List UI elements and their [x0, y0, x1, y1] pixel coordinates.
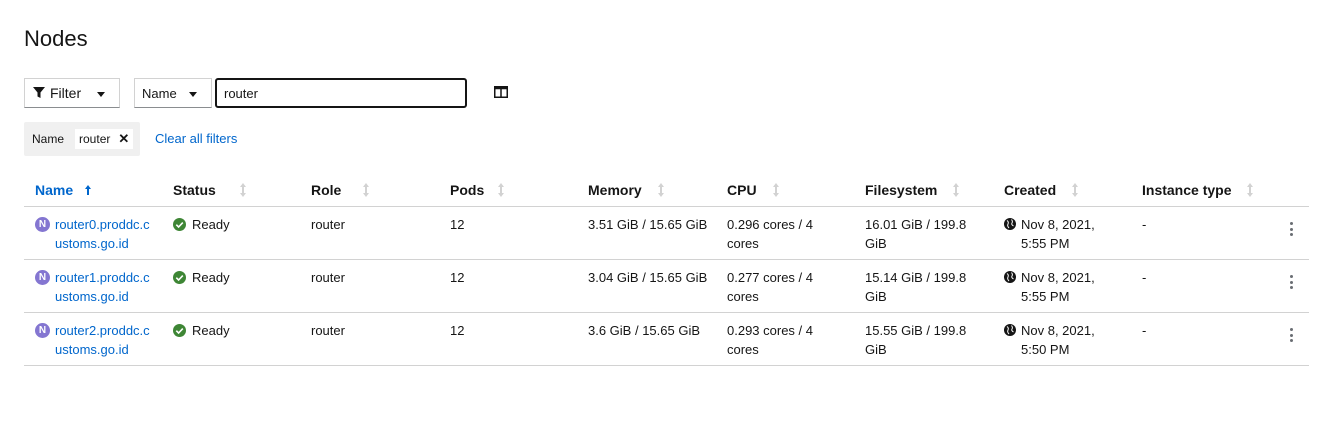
- name-cell: N router0.proddc.customs.go.id: [35, 215, 153, 253]
- attribute-select-label: Name: [142, 85, 177, 101]
- chip-value: router: [79, 132, 111, 146]
- instance-type-cell: -: [1142, 323, 1147, 338]
- sort-arrows-icon: [772, 183, 779, 197]
- node-link[interactable]: router1.proddc.customs.go.id: [55, 268, 153, 306]
- filter-icon: [33, 87, 45, 98]
- role-cell: router: [311, 323, 345, 338]
- filter-label: Filter: [50, 85, 82, 101]
- column-header-label: Created: [1004, 182, 1057, 198]
- sort-arrows-icon: [498, 183, 505, 197]
- pods-cell: 12: [450, 270, 465, 285]
- column-header-label: Status: [173, 182, 216, 198]
- column-header-label: Name: [35, 182, 74, 198]
- created-cell: Nov 8, 2021, 5:55 PM: [1004, 268, 1121, 306]
- sort-arrows-icon: [657, 183, 664, 197]
- clear-all-filters-link[interactable]: Clear all filters: [155, 131, 237, 146]
- filter-chip: router ✕: [74, 128, 135, 150]
- chip-category-label: Name: [32, 132, 65, 146]
- column-header-label: CPU: [727, 182, 757, 198]
- role-cell: router: [311, 217, 345, 232]
- kebab-icon[interactable]: [1287, 221, 1295, 237]
- cpu-cell: 0.277 cores / 4 cores: [727, 270, 813, 304]
- toolbar: Filter Name: [24, 78, 1324, 108]
- node-badge: N: [35, 217, 50, 232]
- sort-arrows-icon: [953, 183, 960, 197]
- column-header-pods[interactable]: Pods: [450, 182, 506, 198]
- sort-arrows-icon: [1247, 183, 1254, 197]
- filesystem-cell: 15.14 GiB / 199.8 GiB: [865, 270, 967, 304]
- cpu-cell: 0.296 cores / 4 cores: [727, 217, 813, 251]
- status-text: Ready: [192, 270, 230, 285]
- search-input[interactable]: [215, 78, 467, 108]
- node-link[interactable]: router0.proddc.customs.go.id: [55, 215, 153, 253]
- caret-down-icon: [97, 92, 105, 97]
- table-header: Name Status Role Pods Memory CPU Filesys…: [24, 174, 1309, 207]
- status-cell: Ready: [173, 321, 230, 340]
- node-badge: N: [35, 323, 50, 338]
- pods-cell: 12: [450, 217, 465, 232]
- attribute-select[interactable]: Name: [134, 78, 212, 108]
- page-title: Nodes: [24, 26, 88, 51]
- arrow-up-icon: [85, 185, 92, 195]
- check-circle-icon: [173, 324, 186, 337]
- column-header-memory[interactable]: Memory: [588, 182, 666, 198]
- filesystem-cell: 15.55 GiB / 199.8 GiB: [865, 323, 967, 357]
- column-header-label: Instance type: [1142, 182, 1232, 198]
- nodes-table: Name Status Role Pods Memory CPU Filesys…: [24, 174, 1309, 366]
- table-row: N router0.proddc.customs.go.id Ready rou…: [24, 207, 1309, 260]
- column-header-status[interactable]: Status: [173, 182, 248, 198]
- node-badge: N: [35, 270, 50, 285]
- table-row: N router2.proddc.customs.go.id Ready rou…: [24, 313, 1309, 366]
- pods-cell: 12: [450, 323, 465, 338]
- column-header-instance-type[interactable]: Instance type: [1142, 182, 1255, 198]
- column-header-cpu[interactable]: CPU: [727, 182, 781, 198]
- globe-icon: [1004, 271, 1016, 283]
- column-header-label: Memory: [588, 182, 642, 198]
- column-header-role[interactable]: Role: [311, 182, 371, 198]
- sort-arrows-icon: [239, 183, 246, 197]
- column-header-name[interactable]: Name: [35, 182, 93, 198]
- memory-cell: 3.6 GiB / 15.65 GiB: [588, 323, 701, 338]
- column-header-label: Role: [311, 182, 342, 198]
- created-cell: Nov 8, 2021, 5:50 PM: [1004, 321, 1121, 359]
- created-text: Nov 8, 2021, 5:55 PM: [1021, 217, 1095, 251]
- instance-type-cell: -: [1142, 270, 1147, 285]
- role-cell: router: [311, 270, 345, 285]
- instance-type-cell: -: [1142, 217, 1147, 232]
- caret-down-icon: [189, 92, 197, 97]
- column-header-created[interactable]: Created: [1004, 182, 1080, 198]
- column-header-filesystem[interactable]: Filesystem: [865, 182, 961, 198]
- close-icon[interactable]: ✕: [118, 131, 129, 147]
- sort-arrows-icon: [363, 183, 370, 197]
- filter-chip-group: Name router ✕: [24, 122, 140, 156]
- column-header-label: Filesystem: [865, 182, 938, 198]
- memory-cell: 3.51 GiB / 15.65 GiB: [588, 217, 708, 232]
- column-header-label: Pods: [450, 182, 485, 198]
- created-text: Nov 8, 2021, 5:55 PM: [1021, 270, 1095, 304]
- name-cell: N router1.proddc.customs.go.id: [35, 268, 153, 306]
- status-cell: Ready: [173, 215, 230, 234]
- name-cell: N router2.proddc.customs.go.id: [35, 321, 153, 359]
- status-text: Ready: [192, 323, 230, 338]
- created-text: Nov 8, 2021, 5:50 PM: [1021, 323, 1095, 357]
- columns-icon[interactable]: [494, 85, 510, 101]
- sort-arrows-icon: [1072, 183, 1079, 197]
- check-circle-icon: [173, 271, 186, 284]
- globe-icon: [1004, 218, 1016, 230]
- created-cell: Nov 8, 2021, 5:55 PM: [1004, 215, 1121, 253]
- table-row: N router1.proddc.customs.go.id Ready rou…: [24, 260, 1309, 313]
- cpu-cell: 0.293 cores / 4 cores: [727, 323, 813, 357]
- filesystem-cell: 16.01 GiB / 199.8 GiB: [865, 217, 967, 251]
- kebab-icon[interactable]: [1287, 274, 1295, 290]
- globe-icon: [1004, 324, 1016, 336]
- status-text: Ready: [192, 217, 230, 232]
- memory-cell: 3.04 GiB / 15.65 GiB: [588, 270, 708, 285]
- check-circle-icon: [173, 218, 186, 231]
- node-link[interactable]: router2.proddc.customs.go.id: [55, 321, 153, 359]
- filter-dropdown[interactable]: Filter: [24, 78, 120, 108]
- status-cell: Ready: [173, 268, 230, 287]
- kebab-icon[interactable]: [1287, 327, 1295, 343]
